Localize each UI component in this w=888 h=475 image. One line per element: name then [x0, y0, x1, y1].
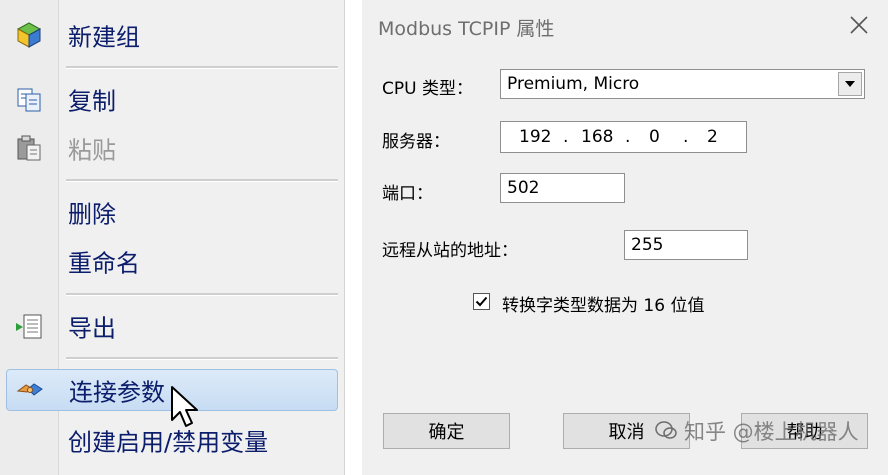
- server-label: 服务器：: [382, 132, 450, 152]
- ip-dot: .: [563, 127, 569, 147]
- watermark-text: 知乎 @楼上机器人: [684, 420, 859, 444]
- remote-slave-address-input[interactable]: 255: [624, 230, 748, 260]
- menu-item-label: 连接参数: [69, 378, 165, 407]
- convert-16bit-checkbox-label[interactable]: 转换字类型数据为 16 位值: [502, 291, 704, 316]
- menu-item-delete[interactable]: 删除: [6, 191, 338, 233]
- context-menu: 新建组 复制 粘贴 删除 重命名 导出 连接参数 创建启用/禁用变量: [0, 0, 345, 475]
- menu-item-paste[interactable]: 粘贴: [6, 127, 338, 169]
- cpu-type-value: Premium, Micro: [507, 74, 640, 94]
- mouse-cursor-icon: [171, 386, 198, 427]
- ok-button[interactable]: 确定: [383, 413, 510, 449]
- cpu-type-label: CPU 类型：: [382, 79, 473, 99]
- ip-octet-3[interactable]: 0: [649, 127, 660, 147]
- ip-dot: .: [683, 127, 689, 147]
- convert-16bit-checkbox[interactable]: [473, 293, 490, 310]
- port-label: 端口：: [382, 184, 433, 204]
- port-value: 502: [507, 178, 540, 198]
- remote-slave-address-value: 255: [631, 235, 664, 255]
- dialog-title: Modbus TCPIP 属性: [378, 18, 555, 40]
- cpu-type-select[interactable]: Premium, Micro: [500, 69, 865, 99]
- ip-octet-2[interactable]: 168: [581, 127, 613, 147]
- modbus-tcpip-properties-dialog: Modbus TCPIP 属性 CPU 类型： Premium, Micro 服…: [362, 0, 888, 475]
- ok-button-label: 确定: [428, 422, 465, 443]
- menu-item-label: 新建组: [68, 23, 140, 52]
- menu-item-export[interactable]: 导出: [6, 305, 338, 347]
- ip-octet-4[interactable]: 2: [707, 127, 718, 147]
- connection-params-icon: [16, 383, 43, 396]
- zhihu-logo-icon: [655, 421, 677, 439]
- server-ip-field[interactable]: 192 . 168 . 0 . 2: [500, 121, 747, 153]
- chevron-down-icon: [845, 81, 855, 87]
- menu-item-label: 删除: [68, 200, 116, 229]
- menu-item-rename[interactable]: 重命名: [6, 240, 338, 282]
- menu-item-label: 粘贴: [68, 136, 116, 165]
- menu-separator: [66, 357, 338, 360]
- menu-item-copy[interactable]: 复制: [6, 78, 338, 120]
- menu-separator: [66, 293, 338, 296]
- menu-item-label: 复制: [68, 87, 116, 116]
- remote-slave-address-label: 远程从站的地址：: [382, 241, 518, 261]
- new-group-icon: [16, 22, 42, 48]
- menu-separator: [66, 179, 338, 182]
- dropdown-arrow-button[interactable]: [838, 72, 862, 96]
- export-icon: [16, 314, 42, 339]
- close-icon[interactable]: [846, 12, 872, 38]
- port-input[interactable]: 502: [500, 173, 625, 203]
- paste-icon: [17, 135, 41, 161]
- menu-separator: [66, 66, 338, 69]
- menu-item-label: 导出: [68, 314, 116, 343]
- ip-dot: .: [625, 127, 631, 147]
- menu-item-new-group[interactable]: 新建组: [6, 14, 338, 56]
- ip-octet-1[interactable]: 192: [519, 127, 551, 147]
- menu-item-label: 重命名: [68, 249, 140, 278]
- checkmark-icon: [475, 296, 488, 307]
- copy-icon: [17, 88, 41, 112]
